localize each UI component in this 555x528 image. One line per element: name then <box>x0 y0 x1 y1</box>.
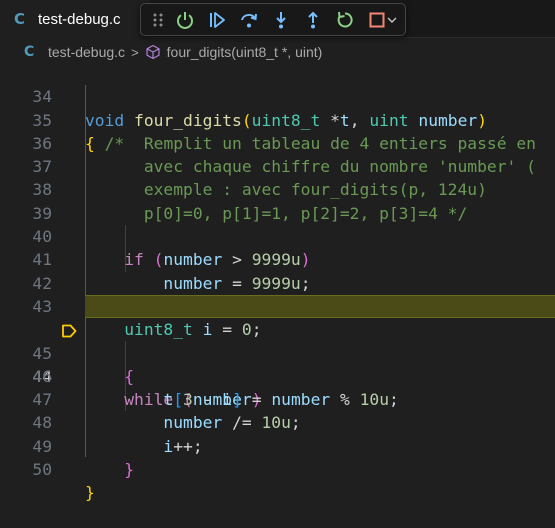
step-over-button[interactable] <box>233 6 265 34</box>
step-out-icon <box>308 11 318 28</box>
code-line[interactable]: 48 i++; <box>0 388 555 455</box>
continue-button[interactable] <box>169 6 201 34</box>
step-over-icon <box>241 13 257 27</box>
breadcrumb-symbol[interactable]: four_digits(uint8_t *, uint) <box>167 44 323 60</box>
code-line[interactable]: 40 if (number > 9999u) <box>0 202 555 269</box>
more-dropdown[interactable] <box>385 6 399 34</box>
drag-handle-icon[interactable] <box>147 6 169 34</box>
code-editor[interactable]: 34 void four_digits(uint8_t *t, uint num… <box>0 62 555 502</box>
code-line[interactable]: 47 number /= 10u; <box>0 365 555 432</box>
code-line[interactable]: 50 } <box>0 435 555 502</box>
restart-button[interactable] <box>329 6 361 34</box>
continue-play-button[interactable] <box>201 6 233 34</box>
play-bar-icon <box>210 11 225 28</box>
code-line[interactable]: 37 exemple : avec four_digits(p, 124u) <box>0 132 555 199</box>
c-file-icon: C <box>14 10 26 28</box>
breadcrumb-separator: > <box>131 44 139 60</box>
c-file-icon: C <box>24 44 35 60</box>
stop-icon <box>369 12 385 27</box>
step-into-button[interactable] <box>265 6 297 34</box>
step-out-button[interactable] <box>297 6 329 34</box>
restart-icon <box>337 11 353 27</box>
code-text: } <box>124 460 135 480</box>
code-line[interactable]: 39 <box>0 178 555 223</box>
debug-toolbar <box>140 3 406 36</box>
tab-test-debug[interactable]: C test-debug.c <box>0 0 150 38</box>
symbol-method-icon <box>145 44 161 60</box>
tab-label: test-debug.c <box>38 10 121 28</box>
current-execution-line[interactable]: 44 while (number) <box>0 294 555 409</box>
code-line[interactable]: 45 { <box>0 318 555 386</box>
code-text: } <box>85 483 95 503</box>
code-line[interactable]: 34 void four_digits(uint8_t *t, uint num… <box>0 62 555 129</box>
code-line[interactable]: 38 p[0]=0, p[1]=1, p[2]=2, p[3]=4 */ <box>0 155 555 222</box>
code-line[interactable]: 42 <box>0 248 555 293</box>
power-icon <box>177 11 193 29</box>
code-line[interactable]: 36 avec chaque chiffre du nombre 'number… <box>0 109 555 176</box>
breadcrumb-file[interactable]: test-debug.c <box>48 44 125 60</box>
chevron-down-icon <box>387 17 397 23</box>
code-line[interactable]: 46 t[3 - i] = number % 10u; <box>0 342 555 409</box>
step-into-icon <box>276 11 286 28</box>
line-number: 50 <box>32 460 52 480</box>
code-line[interactable]: 35 { /* Remplit un tableau de 4 entiers … <box>0 85 555 153</box>
execution-highlight <box>85 294 555 319</box>
code-line[interactable]: 49 } <box>0 411 555 479</box>
code-line[interactable]: 41 number = 9999u; <box>0 225 555 292</box>
code-line[interactable]: 43 uint8_t i = 0; <box>0 272 555 339</box>
